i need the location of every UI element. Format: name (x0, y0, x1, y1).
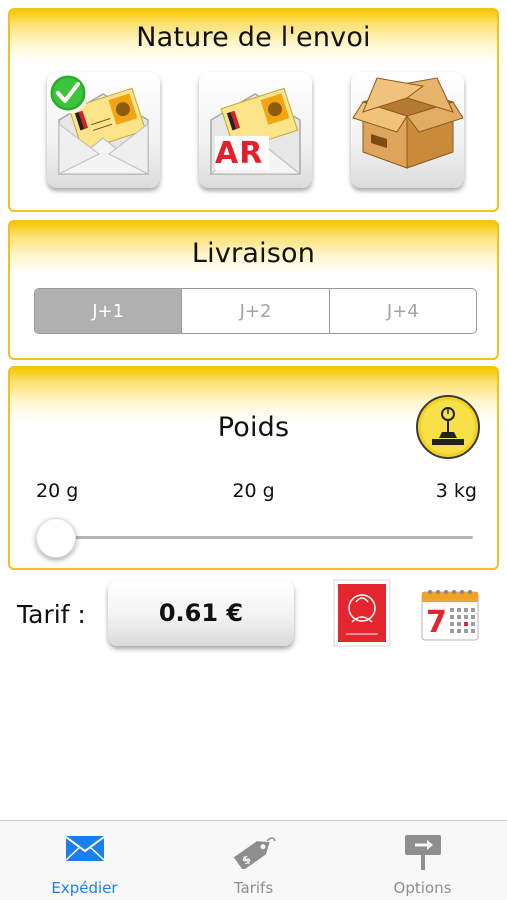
stamp-icon[interactable] (332, 578, 392, 648)
nature-title: Nature de l'envoi (136, 22, 371, 53)
tab-bar: Expédier $ Tarifs Options (0, 820, 507, 900)
livraison-segmented-control: J+1 J+2 J+4 (34, 288, 477, 334)
checkmark-icon (47, 72, 89, 114)
tab-options[interactable]: Options (338, 821, 507, 900)
poids-max-label: 3 kg (435, 480, 477, 502)
poids-slider-track[interactable] (40, 536, 473, 539)
segment-j1[interactable]: J+1 (35, 289, 182, 333)
livraison-title: Livraison (191, 238, 316, 269)
lettre-ar-type-button[interactable]: AR (199, 72, 312, 188)
lettre-type-button[interactable] (47, 72, 160, 188)
tarif-label: Tarif : (17, 600, 86, 629)
nature-section: Nature de l'envoi AR (8, 8, 499, 212)
package-box-icon (352, 77, 464, 169)
price-tag-icon: $ (233, 837, 276, 869)
tab-tarifs-label: Tarifs (233, 879, 274, 897)
calendar-icon[interactable]: 7 (420, 586, 480, 642)
tab-tarifs[interactable]: $ Tarifs (169, 821, 338, 900)
poids-current-label: 20 g (232, 480, 275, 502)
tab-options-label: Options (393, 879, 452, 897)
colis-type-button[interactable] (351, 72, 464, 188)
poids-section: Poids 20 g 20 g 3 kg (8, 366, 499, 570)
price-display: 0.61 € (108, 580, 294, 646)
tab-expedier-label: Expédier (51, 879, 118, 897)
poids-slider-thumb[interactable] (36, 518, 76, 558)
envelope-icon (64, 836, 105, 861)
segment-j4[interactable]: J+4 (328, 289, 476, 333)
signpost-icon (404, 835, 441, 870)
svg-text:7: 7 (426, 605, 447, 640)
ar-badge-text: AR (215, 136, 264, 171)
livraison-section: Livraison J+1 J+2 J+4 (8, 220, 499, 360)
segment-j2[interactable]: J+2 (181, 289, 328, 333)
scale-weight-icon[interactable] (415, 394, 481, 460)
tab-expedier[interactable]: Expédier (0, 821, 169, 900)
